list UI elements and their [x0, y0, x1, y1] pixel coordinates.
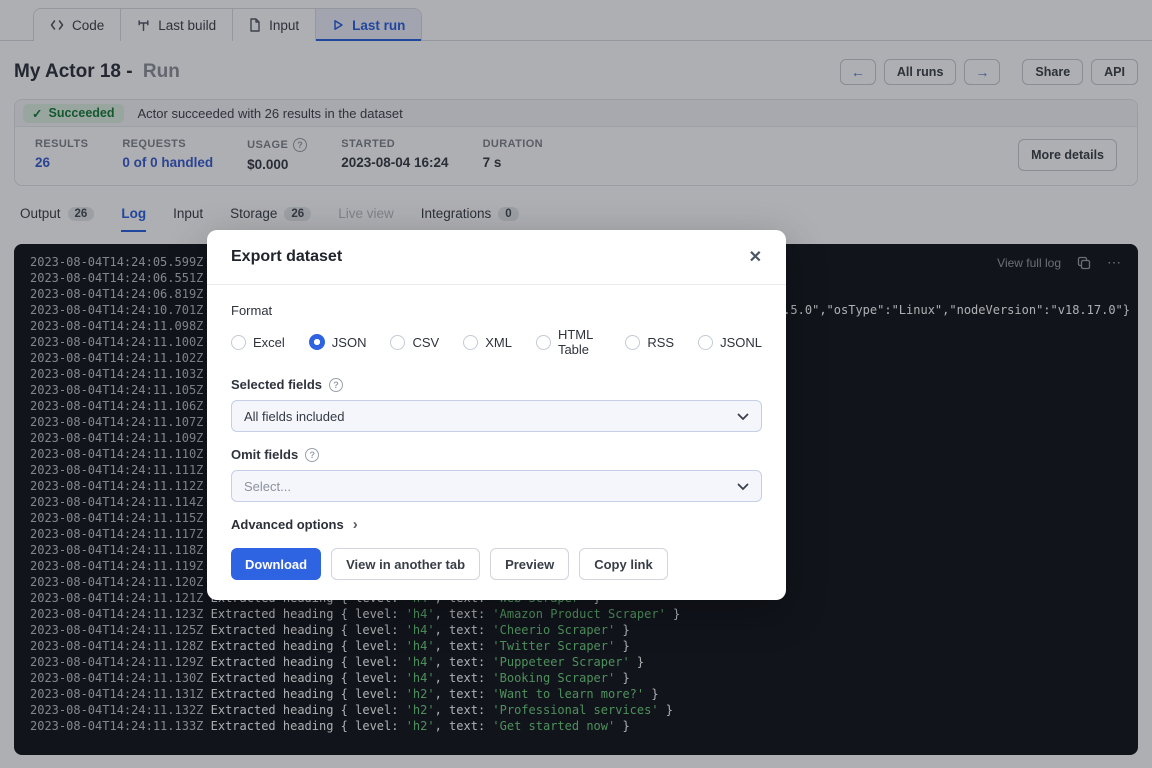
- radio-dot: [309, 334, 325, 350]
- modal-title: Export dataset: [231, 248, 342, 266]
- selected-fields-value: All fields included: [244, 409, 344, 424]
- modal-body: Format Excel JSON CSV XML HTML Table RSS JSONL…: [207, 285, 786, 600]
- format-radio-html-table[interactable]: HTML Table: [536, 327, 601, 357]
- format-label: Format: [231, 303, 762, 318]
- help-icon[interactable]: ?: [305, 448, 319, 462]
- format-radio-label: CSV: [412, 335, 439, 350]
- omit-fields-placeholder: Select...: [244, 479, 291, 494]
- chevron-down-icon: [737, 409, 749, 424]
- copy-link-button[interactable]: Copy link: [579, 548, 668, 580]
- view-in-another-tab-button[interactable]: View in another tab: [331, 548, 480, 580]
- chevron-down-icon: [737, 479, 749, 494]
- modal-actions: Download View in another tab Preview Cop…: [231, 548, 762, 580]
- chevron-right-icon: ›: [353, 517, 358, 532]
- format-radio-json[interactable]: JSON: [309, 327, 367, 357]
- format-radio-xml[interactable]: XML: [463, 327, 512, 357]
- format-radio-label: Excel: [253, 335, 285, 350]
- selected-fields-dropdown[interactable]: All fields included: [231, 400, 762, 432]
- radio-dot: [536, 335, 551, 350]
- preview-button[interactable]: Preview: [490, 548, 569, 580]
- format-radio-label: JSONL: [720, 335, 762, 350]
- radio-dot: [390, 335, 405, 350]
- selected-fields-label-row: Selected fields ?: [231, 377, 762, 392]
- advanced-options-label: Advanced options: [231, 517, 344, 532]
- help-icon[interactable]: ?: [329, 378, 343, 392]
- format-radio-label: HTML Table: [558, 327, 601, 357]
- download-button[interactable]: Download: [231, 548, 321, 580]
- advanced-options-toggle[interactable]: Advanced options ›: [231, 517, 762, 532]
- omit-fields-dropdown[interactable]: Select...: [231, 470, 762, 502]
- radio-dot: [698, 335, 713, 350]
- format-radio-jsonl[interactable]: JSONL: [698, 327, 762, 357]
- format-radio-group: Excel JSON CSV XML HTML Table RSS JSONL: [231, 327, 762, 357]
- format-radio-label: XML: [485, 335, 512, 350]
- format-radio-label: JSON: [332, 335, 367, 350]
- omit-fields-label-row: Omit fields ?: [231, 447, 762, 462]
- radio-dot: [625, 335, 640, 350]
- modal-header: Export dataset ✕: [207, 230, 786, 285]
- selected-fields-label: Selected fields: [231, 377, 322, 392]
- format-radio-excel[interactable]: Excel: [231, 327, 285, 357]
- close-icon[interactable]: ✕: [749, 247, 762, 267]
- omit-fields-label: Omit fields: [231, 447, 298, 462]
- radio-dot: [463, 335, 478, 350]
- format-radio-rss[interactable]: RSS: [625, 327, 674, 357]
- radio-dot: [231, 335, 246, 350]
- format-radio-label: RSS: [647, 335, 674, 350]
- export-dataset-modal: Export dataset ✕ Format Excel JSON CSV XML H…: [207, 230, 786, 600]
- format-radio-csv[interactable]: CSV: [390, 327, 439, 357]
